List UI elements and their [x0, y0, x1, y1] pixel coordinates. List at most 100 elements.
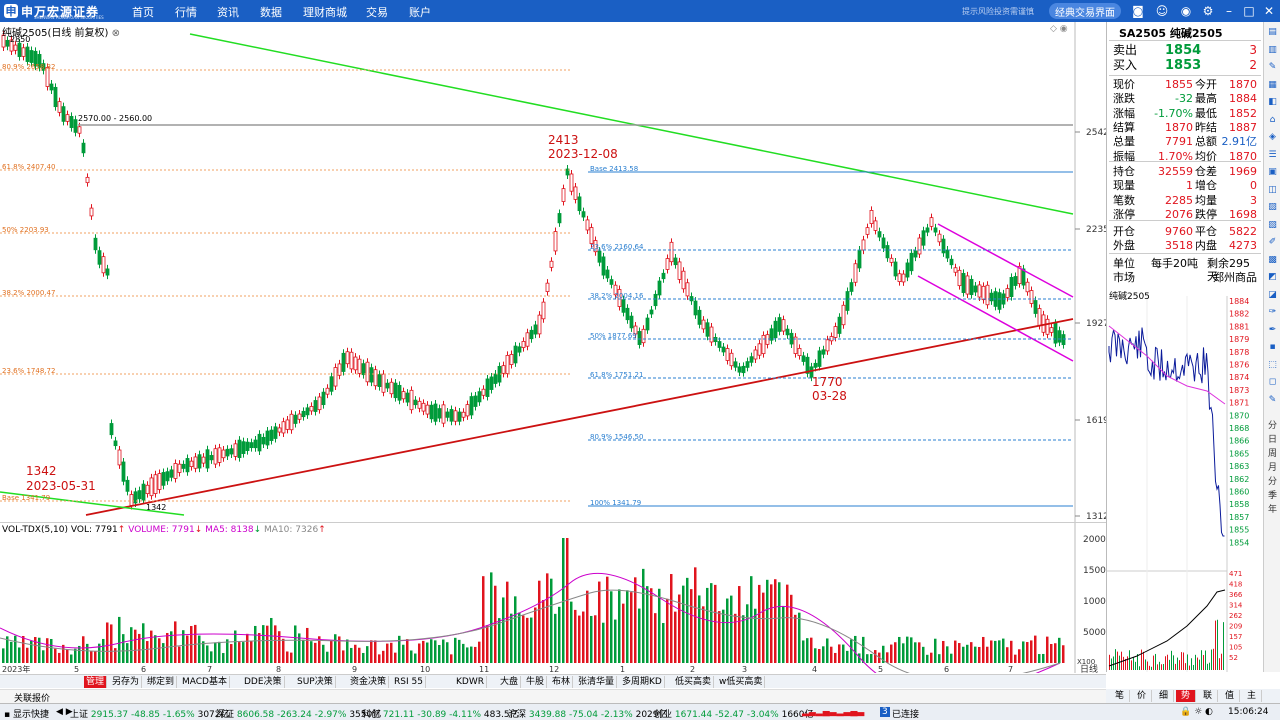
right-panel-tab[interactable]: 联: [1198, 690, 1218, 702]
nav-wealth-mall[interactable]: 理财商城: [303, 4, 347, 20]
intraday-chart[interactable]: 1884 1882 1881 1879 1878 1876 1874 1873 1871 1870…: [1106, 286, 1263, 672]
bid-row[interactable]: 买入 1853 2: [1113, 59, 1259, 73]
index-quote[interactable]: 上证 2915.37 -48.85 -1.65% 3072亿: [70, 707, 230, 720]
nav-trade[interactable]: 交易: [366, 4, 388, 20]
side-tool-icon[interactable]: ✑: [1265, 306, 1280, 319]
volume-indicator-name[interactable]: VOL-TDX(5,10): [2, 525, 68, 535]
period-tool[interactable]: 分: [1265, 420, 1280, 433]
side-tool-icon[interactable]: ▦: [1265, 79, 1280, 92]
indicator-tab[interactable]: RSI 55: [392, 676, 426, 688]
side-tool-icon[interactable]: ▧: [1265, 219, 1280, 232]
channel-upper-line[interactable]: [937, 223, 1074, 298]
side-tool-icon[interactable]: ▥: [1265, 44, 1280, 57]
nav-account[interactable]: 账户: [409, 4, 431, 20]
indicator-tab[interactable]: 布林: [550, 676, 574, 688]
period-tool[interactable]: 月: [1265, 462, 1280, 475]
brand-logo[interactable]: 申 申万宏源证券 SHENWAN HONGYUAN SECURITIES: [4, 2, 104, 20]
indicator-tab[interactable]: 绑定到: [145, 676, 178, 688]
side-tool-icon[interactable]: ◈: [1265, 131, 1280, 144]
kline-candle: [669, 241, 674, 263]
index-quote[interactable]: 创业 1671.44 -52.47 -3.04% 1660亿: [654, 707, 814, 720]
kline-candle: [1061, 334, 1066, 346]
maximize-icon[interactable]: □: [1242, 4, 1256, 18]
right-panel-tab[interactable]: 价: [1132, 690, 1152, 702]
indicator-tab[interactable]: 管理: [84, 676, 108, 688]
side-tool-icon[interactable]: ☰: [1265, 149, 1280, 162]
side-tool-icon[interactable]: ✎: [1265, 394, 1280, 407]
period-tool[interactable]: 年: [1265, 504, 1280, 517]
right-panel-tab[interactable]: 细: [1154, 690, 1174, 702]
side-tool-icon[interactable]: ▨: [1265, 201, 1280, 214]
kline-chart[interactable]: 80.9% 2658.82 61.8% 2407.40 50% 2203.93 38.…: [0, 22, 1106, 522]
indicator-tab[interactable]: w低买高卖: [717, 676, 766, 688]
app-window: 申 申万宏源证券 SHENWAN HONGYUAN SECURITIES 首页 …: [0, 0, 1280, 720]
nav-news[interactable]: 资讯: [217, 4, 239, 20]
index-quote[interactable]: 科创 721.11 -30.89 -4.11% 483.5亿: [362, 707, 519, 720]
volume-panel[interactable]: 20000150001000050002023年5678910111212345…: [0, 522, 1106, 673]
index-quote[interactable]: 沪深 3439.88 -75.04 -2.13% 2029亿: [508, 707, 668, 720]
right-panel-tab[interactable]: 主: [1242, 690, 1262, 702]
side-tool-icon[interactable]: ⌂: [1265, 114, 1280, 127]
volume-bar: [610, 591, 613, 663]
ask-row[interactable]: 卖出 1854 3: [1113, 44, 1259, 58]
nav-quotes[interactable]: 行情: [175, 4, 197, 20]
side-tool-icon[interactable]: ✒: [1265, 324, 1280, 337]
minimize-icon[interactable]: –: [1222, 4, 1236, 18]
side-tool-icon[interactable]: ✎: [1265, 61, 1280, 74]
nav-home[interactable]: 首页: [132, 4, 154, 20]
skin-icon[interactable]: ◉: [1179, 4, 1193, 18]
indicator-tab[interactable]: 张清华量: [576, 676, 618, 688]
kline-candle: [73, 119, 78, 133]
chart-top-right-icons[interactable]: ◇ ◉: [1050, 24, 1068, 34]
right-panel-tab[interactable]: 势: [1176, 690, 1196, 702]
zoom-button[interactable]: X100: [1077, 658, 1095, 666]
intraday-vol-bar: [1187, 654, 1188, 670]
indicator-tab[interactable]: 资金决策: [348, 676, 390, 688]
quick-display-toggle[interactable]: ▪ 显示快捷: [4, 707, 49, 720]
indicator-tab[interactable]: 多周期KD: [620, 676, 665, 688]
side-tool-icon[interactable]: ▪: [1265, 341, 1280, 354]
period-tool[interactable]: 季: [1265, 490, 1280, 503]
kline-candle: [801, 355, 806, 362]
side-tool-icon[interactable]: ▩: [1265, 254, 1280, 267]
kline-candle: [489, 376, 494, 390]
quote-label: 今开: [1195, 78, 1217, 91]
indicator-tab[interactable]: SUP决策: [295, 676, 336, 688]
right-panel-tab[interactable]: 值: [1220, 690, 1240, 702]
right-panel-tab[interactable]: 笔: [1110, 690, 1130, 702]
close-icon[interactable]: ✕: [1262, 4, 1276, 18]
tray-icons[interactable]: 🔒 ☼ ◐: [1180, 707, 1213, 717]
index-value: 721.11: [382, 710, 415, 720]
trend-line-green[interactable]: [189, 33, 1074, 215]
intraday-vol-bar: [1171, 650, 1172, 670]
period-tool[interactable]: 周: [1265, 448, 1280, 461]
indicator-tab[interactable]: 另存为: [110, 676, 143, 688]
period-tool[interactable]: 日: [1265, 434, 1280, 447]
indicator-tab[interactable]: MACD基本: [180, 676, 230, 688]
side-tool-icon[interactable]: ◧: [1265, 96, 1280, 109]
indicator-tab[interactable]: 牛股: [524, 676, 548, 688]
message-icon[interactable]: ◙: [1131, 4, 1145, 18]
index-quote[interactable]: 深证 8606.58 -263.24 -2.97% 3550亿: [216, 707, 381, 720]
close-chart-icon[interactable]: ⊗: [112, 28, 120, 39]
nav-data[interactable]: 数据: [260, 4, 282, 20]
trend-line-red[interactable]: [85, 318, 1074, 516]
side-tool-icon[interactable]: ◩: [1265, 271, 1280, 284]
side-tool-icon[interactable]: ⬚: [1265, 359, 1280, 372]
indicator-tab[interactable]: DDE决策: [242, 676, 285, 688]
indicator-tab[interactable]: 大盘: [498, 676, 522, 688]
settings-icon[interactable]: ⚙: [1201, 4, 1215, 18]
side-tool-icon[interactable]: ◫: [1265, 184, 1280, 197]
kline-candle: [737, 366, 742, 373]
side-tool-icon[interactable]: ◪: [1265, 289, 1280, 302]
user-icon[interactable]: ☺: [1155, 4, 1169, 18]
indicator-tab[interactable]: KDWR: [454, 676, 487, 688]
indicator-tab[interactable]: 低买高卖: [673, 676, 715, 688]
period-tool[interactable]: 分: [1265, 476, 1280, 489]
side-tool-icon[interactable]: ✐: [1265, 236, 1280, 249]
side-tool-icon[interactable]: ◻: [1265, 376, 1280, 389]
kline-candle: [29, 50, 34, 63]
side-tool-icon[interactable]: ▣: [1265, 166, 1280, 179]
side-tool-icon[interactable]: ▤: [1265, 26, 1280, 39]
classic-trade-button[interactable]: 经典交易界面: [1049, 3, 1121, 19]
